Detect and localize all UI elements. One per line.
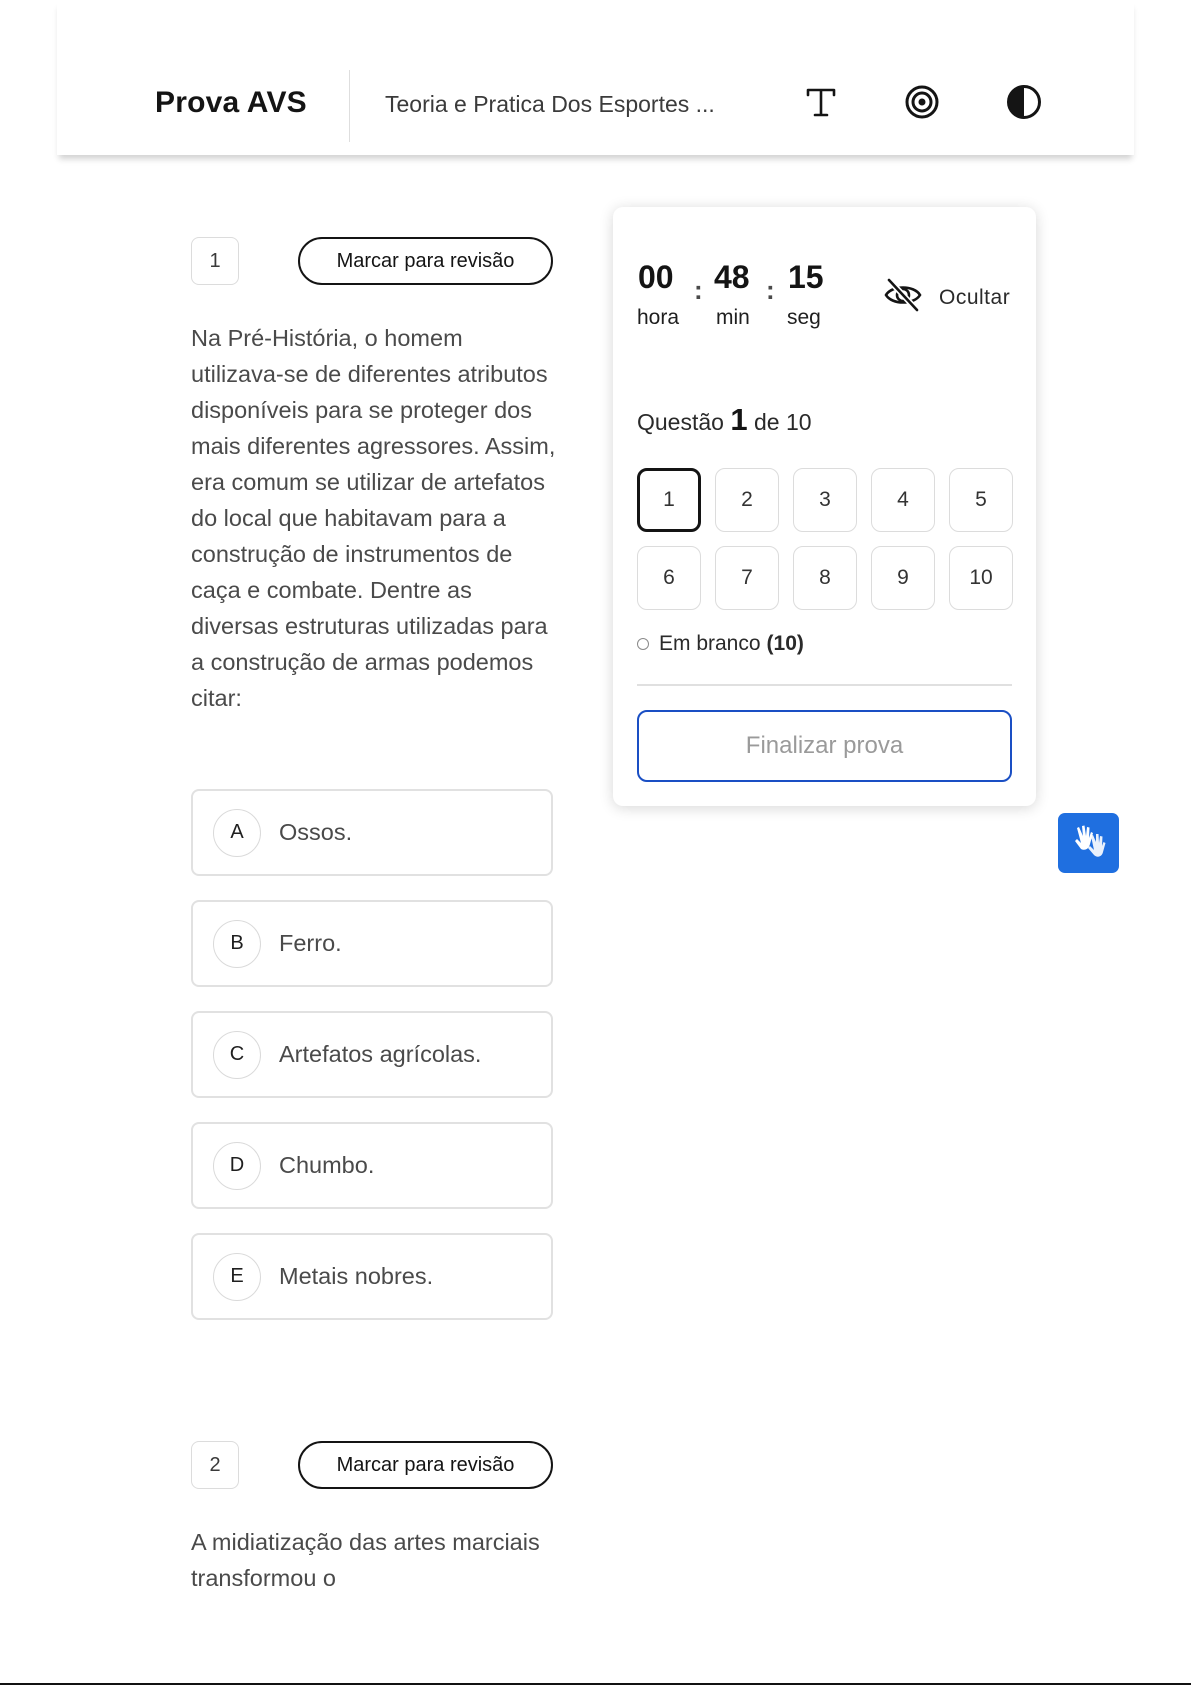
question-counter: Questão 1 de 10 bbox=[637, 402, 812, 438]
top-header: Prova AVS Teoria e Pratica Dos Esportes … bbox=[57, 0, 1134, 155]
sign-language-button[interactable] bbox=[1058, 813, 1119, 873]
hide-timer-label: Ocultar bbox=[939, 285, 1011, 309]
brand-title: Prova AVS bbox=[155, 86, 307, 119]
nav-question-4[interactable]: 4 bbox=[871, 468, 935, 532]
timer-separator: : bbox=[766, 275, 775, 305]
blank-answers-legend: Em branco (10) bbox=[637, 632, 804, 656]
nav-question-3[interactable]: 3 bbox=[793, 468, 857, 532]
option-text: Ossos. bbox=[279, 819, 353, 845]
course-title: Teoria e Pratica Dos Esportes ... bbox=[385, 91, 715, 117]
question-counter-current: 1 bbox=[730, 402, 748, 437]
mark-for-review-button[interactable]: Marcar para revisão bbox=[298, 1441, 553, 1489]
question-navigator: 1 2 3 4 5 6 7 8 9 10 bbox=[637, 468, 1013, 610]
nav-question-10[interactable]: 10 bbox=[949, 546, 1013, 610]
question-counter-prefix: Questão bbox=[637, 409, 724, 435]
nav-question-5[interactable]: 5 bbox=[949, 468, 1013, 532]
timer-hours-label: hora bbox=[637, 306, 680, 329]
answer-option-c[interactable]: C Artefatos agrícolas. bbox=[191, 1011, 553, 1098]
contrast-icon[interactable] bbox=[1000, 78, 1048, 126]
hide-timer-button[interactable]: Ocultar bbox=[883, 277, 1010, 318]
option-text: Chumbo. bbox=[279, 1152, 375, 1178]
focus-target-icon[interactable] bbox=[898, 78, 946, 126]
panel-divider bbox=[637, 684, 1012, 686]
timer-seconds-label: seg bbox=[787, 306, 821, 329]
sign-language-hands-icon bbox=[1069, 822, 1109, 865]
answer-option-d[interactable]: D Chumbo. bbox=[191, 1122, 553, 1209]
answer-option-a[interactable]: A Ossos. bbox=[191, 789, 553, 876]
eye-off-icon bbox=[883, 277, 923, 318]
answer-option-b[interactable]: B Ferro. bbox=[191, 900, 553, 987]
blank-count: (10) bbox=[766, 632, 804, 655]
question-statement: Na Pré-História, o homem utilizava-se de… bbox=[191, 325, 556, 711]
nav-question-6[interactable]: 6 bbox=[637, 546, 701, 610]
question-number-badge: 2 bbox=[191, 1441, 239, 1489]
blank-label: Em branco bbox=[659, 632, 761, 655]
question-statement: A midiatização das artes marciais transf… bbox=[191, 1529, 540, 1591]
blank-status-dot bbox=[637, 638, 649, 650]
nav-question-9[interactable]: 9 bbox=[871, 546, 935, 610]
question-number-badge: 1 bbox=[191, 237, 239, 285]
option-letter: C bbox=[213, 1030, 261, 1079]
nav-question-2[interactable]: 2 bbox=[715, 468, 779, 532]
timer-minutes: 48 bbox=[714, 259, 750, 295]
answer-option-e[interactable]: E Metais nobres. bbox=[191, 1233, 553, 1320]
mark-for-review-button[interactable]: Marcar para revisão bbox=[298, 237, 553, 285]
option-letter: A bbox=[213, 808, 261, 857]
option-letter: D bbox=[213, 1141, 261, 1190]
option-text: Metais nobres. bbox=[279, 1263, 434, 1289]
timer-separator: : bbox=[694, 275, 703, 305]
nav-question-1[interactable]: 1 bbox=[637, 468, 701, 532]
option-text: Artefatos agrícolas. bbox=[279, 1041, 482, 1067]
timer-hours: 00 bbox=[638, 259, 674, 295]
option-letter: E bbox=[213, 1252, 261, 1301]
timer-minutes-label: min bbox=[716, 306, 750, 329]
text-size-icon[interactable] bbox=[797, 78, 845, 126]
option-text: Ferro. bbox=[279, 930, 342, 956]
question-counter-total: de 10 bbox=[753, 409, 812, 435]
nav-question-8[interactable]: 8 bbox=[793, 546, 857, 610]
option-letter: B bbox=[213, 919, 261, 968]
exam-status-panel: 00 : 48 : 15 hora min seg Ocultar Questã… bbox=[613, 207, 1036, 806]
header-divider bbox=[349, 70, 350, 142]
finish-exam-button[interactable]: Finalizar prova bbox=[637, 710, 1012, 782]
nav-question-7[interactable]: 7 bbox=[715, 546, 779, 610]
timer-seconds: 15 bbox=[788, 259, 824, 295]
